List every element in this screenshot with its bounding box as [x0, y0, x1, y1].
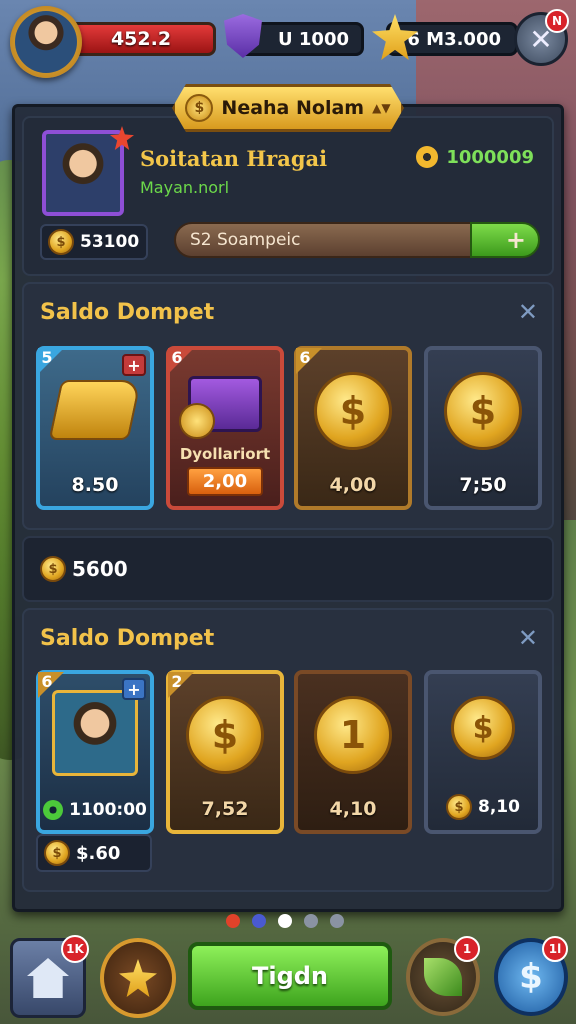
health-value: 452.2 [110, 28, 172, 50]
dollar-coin-icon: $ [451, 696, 515, 760]
wallet-card[interactable]: 6 + 1100:00 [36, 670, 154, 834]
wallet-card[interactable]: 5 + 8.50 [36, 346, 154, 510]
page-dot-active[interactable] [278, 914, 292, 928]
gear-icon [416, 146, 439, 168]
card-value: 7,52 [201, 798, 249, 820]
level-badge: 6 [296, 348, 322, 374]
top-bar: 452.2 U 1000 6 M3.000 ✕ N [0, 0, 576, 80]
section-title: Saldo Dompet [40, 300, 215, 325]
green-gear-icon [43, 800, 64, 820]
health-bar: 452.2 [66, 22, 216, 56]
level-badge: 5 [38, 348, 64, 374]
main-action-button[interactable]: Tigdn [188, 942, 392, 1010]
wallet-card[interactable]: 6 Dyollariort 2,00 [166, 346, 284, 510]
dollar-coin-icon: $ [444, 372, 522, 450]
close-icon[interactable]: ✕ [518, 298, 538, 326]
wallet-card[interactable]: $ 7;50 [424, 346, 542, 510]
gold-stack-icon [48, 380, 142, 440]
shop-button[interactable]: $ 1l [494, 936, 568, 1016]
wallet-section-1: Saldo Dompet ✕ 5 + 8.50 6 Dyollariort 2,… [22, 282, 554, 530]
small-balance: $.60 [76, 842, 121, 864]
page-dot[interactable] [330, 914, 344, 928]
coin-icon: $ [185, 94, 214, 122]
card-value: 8.50 [71, 474, 119, 496]
progress-label: S2 Soampeic [190, 230, 301, 250]
coin-icon: $ [40, 556, 66, 582]
character-portrait [52, 690, 138, 776]
notification-badge: 1l [542, 936, 568, 962]
home-icon [27, 958, 69, 998]
gold-value: 6 M3.000 [407, 28, 501, 50]
level-badge: 6 [168, 348, 194, 374]
bottom-bar: 1K Tigdn 1 $ 1l [0, 930, 576, 1024]
dollar-coin-icon: $ [186, 696, 264, 774]
player-subtitle: Mayan.norl [140, 178, 230, 197]
name-banner[interactable]: $ Neaha Nolam ▲▼ [172, 84, 404, 132]
profile-coins: 53100 [80, 232, 140, 252]
banner-title: Neaha Nolam [221, 97, 365, 119]
main-action-label: Tigdn [251, 962, 329, 990]
score-value: 1000009 [446, 146, 534, 168]
card-value: 4,00 [329, 474, 377, 496]
wallet-card[interactable]: 6 $ 4,00 [294, 346, 412, 510]
close-button[interactable]: ✕ N [514, 9, 569, 66]
leaf-button[interactable]: 1 [406, 936, 480, 1016]
page-dot[interactable] [304, 914, 318, 928]
progress-bar: S2 Soampeic + [174, 222, 540, 258]
profile-coin-box: $ 53100 [40, 224, 148, 260]
coin-icon: $ [48, 229, 74, 255]
notification-badge: 1K [61, 935, 89, 963]
home-button[interactable]: 1K [10, 935, 89, 1018]
card-value: 8,10 [478, 797, 520, 817]
leaf-icon [424, 958, 462, 996]
card-tag: Dyollariort [179, 445, 271, 463]
dollar-icon: $ [519, 957, 543, 997]
section-title: Saldo Dompet [40, 626, 215, 651]
plus-icon[interactable]: + [122, 678, 146, 700]
close-icon[interactable]: ✕ [518, 624, 538, 652]
wallet-card[interactable]: 2 $ 7,52 [166, 670, 284, 834]
coin-icon: $ [446, 794, 473, 820]
small-balance-box: $ $.60 [36, 834, 152, 872]
player-name: Soitatan Hragai [140, 146, 328, 171]
card-value: 1100:00 [69, 800, 147, 820]
page-indicator [226, 914, 344, 928]
card-value: 7;50 [459, 474, 507, 496]
plus-icon: + [505, 226, 526, 254]
add-button[interactable]: + [470, 222, 540, 258]
one-coin-icon: 1 [314, 696, 392, 774]
dropdown-arrow-icon: ▲▼ [372, 101, 391, 115]
profile-card: Soitatan Hragai Mayan.norl 1000009 $ 531… [22, 116, 554, 276]
gem-value: U 1000 [278, 28, 349, 50]
coin-icon: $ [44, 840, 70, 866]
page-dot[interactable] [252, 914, 266, 928]
page-dot[interactable] [226, 914, 240, 928]
avatar-icon [15, 11, 77, 73]
chest-icon [179, 376, 262, 439]
card-value: 2,00 [186, 467, 264, 496]
score-display: 1000009 [416, 146, 534, 168]
level-badge: 2 [168, 672, 194, 698]
wallet-card[interactable]: 1 4,10 [294, 670, 412, 834]
wallet-card[interactable]: $ $8,10 [424, 670, 542, 834]
wallet-value: 5600 [72, 557, 128, 581]
dollar-coin-icon: $ [314, 372, 392, 450]
star-icon [119, 959, 157, 997]
profile-portrait[interactable] [42, 130, 124, 216]
plus-icon[interactable]: + [122, 354, 146, 376]
wallet-balance-row[interactable]: $ 5600 [22, 536, 554, 602]
notification-badge: 1 [454, 936, 480, 962]
player-avatar[interactable] [10, 6, 82, 78]
notification-badge: N [545, 9, 569, 33]
favorites-button[interactable] [100, 938, 176, 1018]
card-value: 4,10 [329, 798, 377, 820]
